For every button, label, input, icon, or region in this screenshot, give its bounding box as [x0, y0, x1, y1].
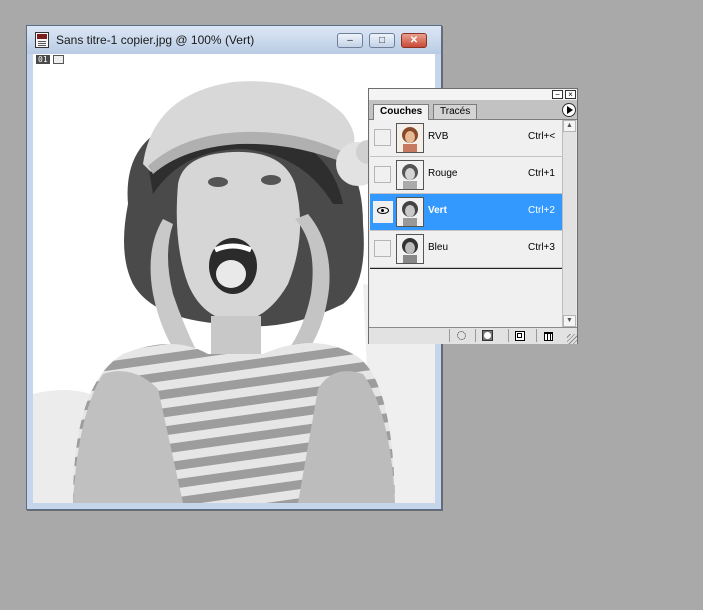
channel-shortcut: Ctrl+3 — [528, 242, 555, 253]
new-channel-button[interactable] — [508, 329, 530, 342]
channel-shortcut: Ctrl+< — [528, 131, 556, 142]
maximize-icon: □ — [378, 34, 386, 46]
channel-thumbnail-icon — [396, 197, 424, 227]
channel-thumbnail-icon — [396, 123, 424, 153]
palette-bottom-bar — [369, 327, 577, 344]
channel-row-rouge[interactable]: Rouge Ctrl+1 — [370, 157, 562, 194]
document-titlebar[interactable]: Sans titre-1 copier.jpg @ 100% (Vert) – … — [27, 26, 441, 54]
channel-name: RVB — [428, 131, 449, 142]
channel-name: Rouge — [428, 168, 458, 179]
tab-traces[interactable]: Tracés — [433, 104, 478, 119]
trash-icon — [544, 332, 553, 341]
visibility-toggle[interactable] — [374, 240, 391, 257]
tab-couches[interactable]: Couches — [373, 104, 430, 120]
list-end-divider — [370, 268, 562, 269]
photoshop-document-icon — [35, 32, 49, 48]
visibility-toggle[interactable] — [374, 166, 391, 183]
channel-shortcut: Ctrl+1 — [528, 168, 555, 179]
close-icon: ✕ — [409, 34, 419, 46]
channel-thumbnail-icon — [396, 160, 424, 190]
visibility-toggle[interactable] — [373, 201, 393, 223]
palette-tabbar: Couches Tracés — [369, 100, 577, 120]
load-selection-button[interactable] — [449, 329, 471, 342]
resize-grip[interactable] — [567, 334, 577, 344]
palette-menu-icon[interactable] — [562, 103, 576, 117]
channel-name: Bleu — [428, 242, 449, 253]
minimize-button[interactable]: – — [337, 33, 363, 48]
palette-minimize-icon[interactable]: − — [552, 90, 563, 99]
eye-icon — [377, 207, 389, 214]
palette-close-icon[interactable]: × — [565, 90, 576, 99]
maximize-button[interactable]: □ — [369, 33, 395, 48]
channel-row-rvb[interactable]: RVB Ctrl+< — [370, 120, 562, 157]
scroll-down-icon[interactable]: ▼ — [563, 315, 576, 327]
minimize-icon: – — [347, 34, 353, 46]
document-status-tag: 01 — [36, 55, 50, 64]
delete-channel-button[interactable] — [536, 329, 558, 342]
scroll-up-icon[interactable]: ▲ — [563, 120, 576, 132]
load-selection-icon — [457, 331, 466, 340]
channel-list: RVB Ctrl+< Rouge Ctrl+1 Vert Ctrl+2 Bleu… — [370, 120, 562, 327]
channel-row-vert[interactable]: Vert Ctrl+2 — [370, 194, 562, 231]
channel-name: Vert — [428, 205, 447, 216]
close-button[interactable]: ✕ — [401, 33, 427, 48]
save-selection-button[interactable] — [475, 329, 497, 342]
channel-thumbnail-icon — [396, 234, 424, 264]
visibility-toggle[interactable] — [374, 129, 391, 146]
vertical-scrollbar[interactable]: ▲ ▼ — [562, 120, 576, 327]
document-title: Sans titre-1 copier.jpg @ 100% (Vert) — [56, 33, 255, 47]
channel-shortcut: Ctrl+2 — [528, 205, 555, 216]
document-info-icon[interactable] — [53, 55, 64, 64]
channel-row-bleu[interactable]: Bleu Ctrl+3 — [370, 231, 562, 268]
channels-palette[interactable]: − × Couches Tracés RVB Ctrl+< Rouge Ctrl… — [368, 88, 578, 344]
